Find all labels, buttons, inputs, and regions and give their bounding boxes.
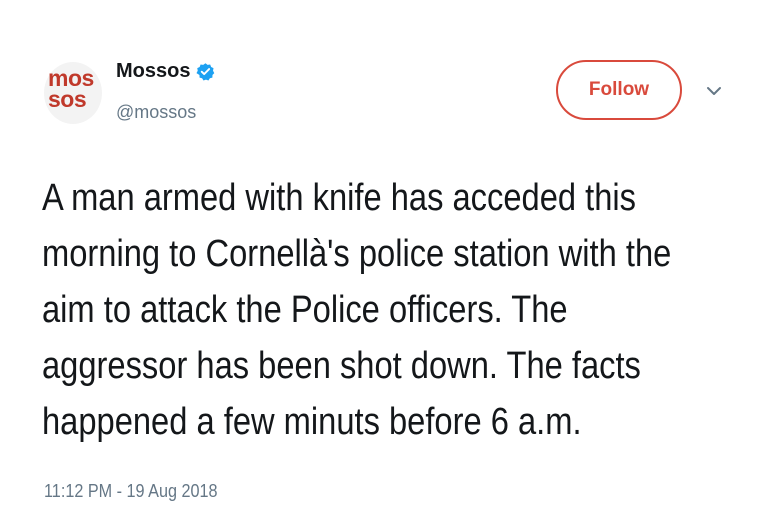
tweet-text-line: aim to attack the Police officers. The xyxy=(42,289,568,331)
chevron-down-icon[interactable] xyxy=(706,84,722,96)
account-name-row: Mossos xyxy=(116,60,215,83)
tweet-text-line: morning to Cornellà's police station wit… xyxy=(42,233,672,275)
verified-badge-icon xyxy=(196,62,215,81)
tweet-text-line: aggressor has been shot down. The facts xyxy=(42,345,641,387)
avatar[interactable]: mos sos xyxy=(44,62,102,124)
follow-button[interactable]: Follow xyxy=(556,60,682,120)
account-name[interactable]: Mossos xyxy=(116,60,190,83)
tweet-card: mos sos Mossos @mossos Follow A man arme… xyxy=(0,0,770,520)
tweet-text-line: happened a few minuts before 6 a.m. xyxy=(42,401,582,443)
tweet-text-line: A man armed with knife has acceded this xyxy=(42,177,637,219)
avatar-logo: mos sos xyxy=(48,67,94,112)
avatar-logo-line2: sos xyxy=(48,86,87,112)
account-handle[interactable]: @mossos xyxy=(116,102,196,123)
tweet-text: A man armed with knife has acceded this … xyxy=(42,170,742,450)
tweet-timestamp[interactable]: 11:12 PM - 19 Aug 2018 xyxy=(44,481,218,502)
